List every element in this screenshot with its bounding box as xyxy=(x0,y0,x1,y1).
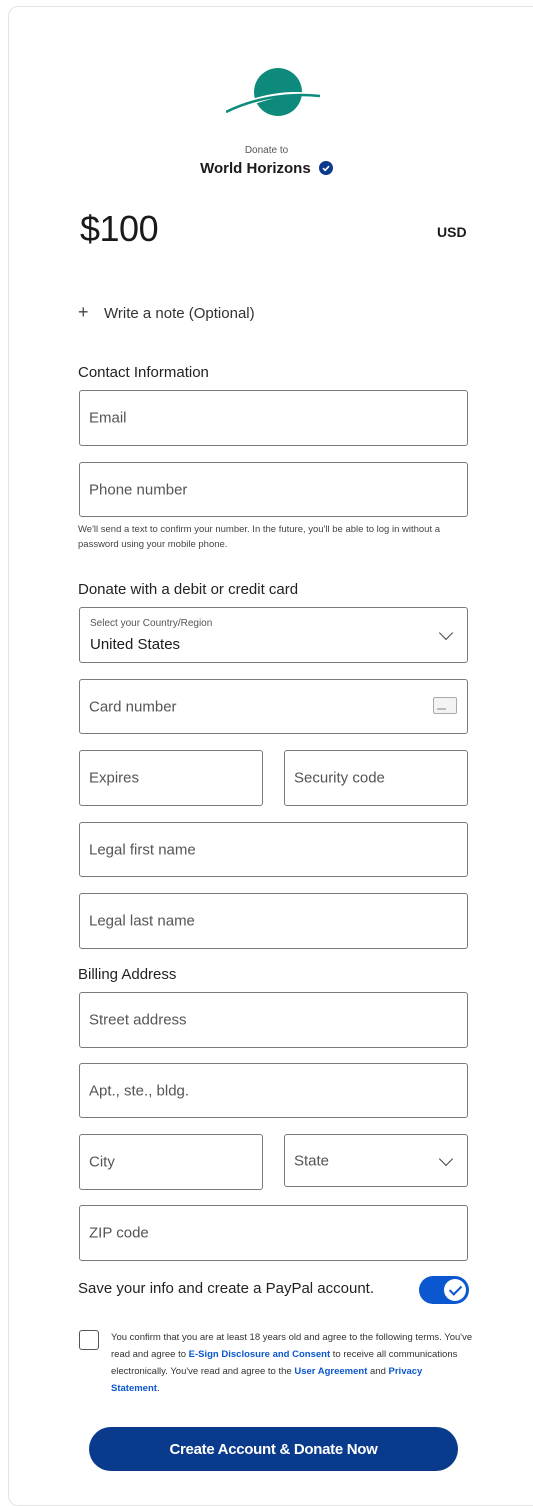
terms-text: You confirm that you are at least 18 yea… xyxy=(111,1329,473,1397)
donate-to-label: Donate to xyxy=(244,145,289,156)
chevron-down-icon xyxy=(438,625,454,641)
user-agreement-link[interactable]: User Agreement xyxy=(294,1366,367,1377)
apt-field[interactable]: Apt., ste., bldg. xyxy=(79,1063,468,1118)
create-account-donate-button[interactable]: Create Account & Donate Now xyxy=(89,1427,458,1471)
zip-code-placeholder: ZIP code xyxy=(89,1224,149,1242)
email-field[interactable]: Email xyxy=(79,390,468,446)
save-info-label: Save your info and create a PayPal accou… xyxy=(78,1280,375,1297)
city-placeholder: City xyxy=(89,1153,115,1171)
last-name-field[interactable]: Legal last name xyxy=(79,893,468,949)
state-placeholder: State xyxy=(294,1152,330,1169)
street-address-placeholder: Street address xyxy=(89,1011,187,1029)
esign-disclosure-link[interactable]: E-Sign Disclosure and Consent xyxy=(189,1349,330,1360)
credit-card-icon xyxy=(433,697,457,714)
check-icon xyxy=(444,1279,466,1301)
zip-code-field[interactable]: ZIP code xyxy=(79,1205,468,1261)
chevron-down-icon xyxy=(438,1151,454,1166)
org-name: World Horizons xyxy=(200,160,311,177)
billing-section-label: Billing Address xyxy=(78,966,177,983)
currency-code[interactable]: USD xyxy=(437,224,467,240)
email-placeholder: Email xyxy=(89,409,127,427)
country-select-value: United States xyxy=(90,636,181,653)
terms-checkbox[interactable] xyxy=(79,1330,99,1350)
org-logo xyxy=(226,68,321,116)
card-number-field[interactable]: Card number xyxy=(79,679,468,734)
city-field[interactable]: City xyxy=(79,1134,263,1190)
plus-icon: + xyxy=(78,302,89,322)
phone-helper-text: We'll send a text to confirm your number… xyxy=(78,524,441,550)
state-select[interactable]: State xyxy=(284,1134,468,1187)
country-select-label: Select your Country/Region xyxy=(90,618,213,629)
phone-placeholder: Phone number xyxy=(89,481,188,498)
expires-placeholder: Expires xyxy=(89,769,140,787)
last-name-placeholder: Legal last name xyxy=(89,912,195,930)
contact-section-label: Contact Information xyxy=(78,364,209,381)
org-name-row: World Horizons xyxy=(0,160,533,177)
security-code-field[interactable]: Security code xyxy=(284,750,468,806)
card-section-label: Donate with a debit or credit card xyxy=(78,581,299,598)
write-note-link[interactable]: + Write a note (Optional) xyxy=(78,302,255,323)
donation-amount[interactable]: $100 xyxy=(80,208,159,250)
apt-placeholder: Apt., ste., bldg. xyxy=(89,1082,190,1099)
street-address-field[interactable]: Street address xyxy=(79,992,468,1048)
terms-text-part: and xyxy=(367,1366,389,1377)
create-account-toggle[interactable] xyxy=(419,1276,469,1304)
first-name-field[interactable]: Legal first name xyxy=(79,822,468,877)
phone-field[interactable]: Phone number xyxy=(79,462,468,517)
verified-badge-icon xyxy=(318,161,333,175)
security-code-placeholder: Security code xyxy=(294,769,385,787)
terms-text-part: . xyxy=(156,1383,160,1394)
first-name-placeholder: Legal first name xyxy=(89,841,196,858)
write-note-label: Write a note (Optional) xyxy=(104,305,255,322)
card-number-placeholder: Card number xyxy=(89,698,177,715)
country-select[interactable]: Select your Country/Region United States xyxy=(79,607,468,663)
expires-field[interactable]: Expires xyxy=(79,750,263,806)
